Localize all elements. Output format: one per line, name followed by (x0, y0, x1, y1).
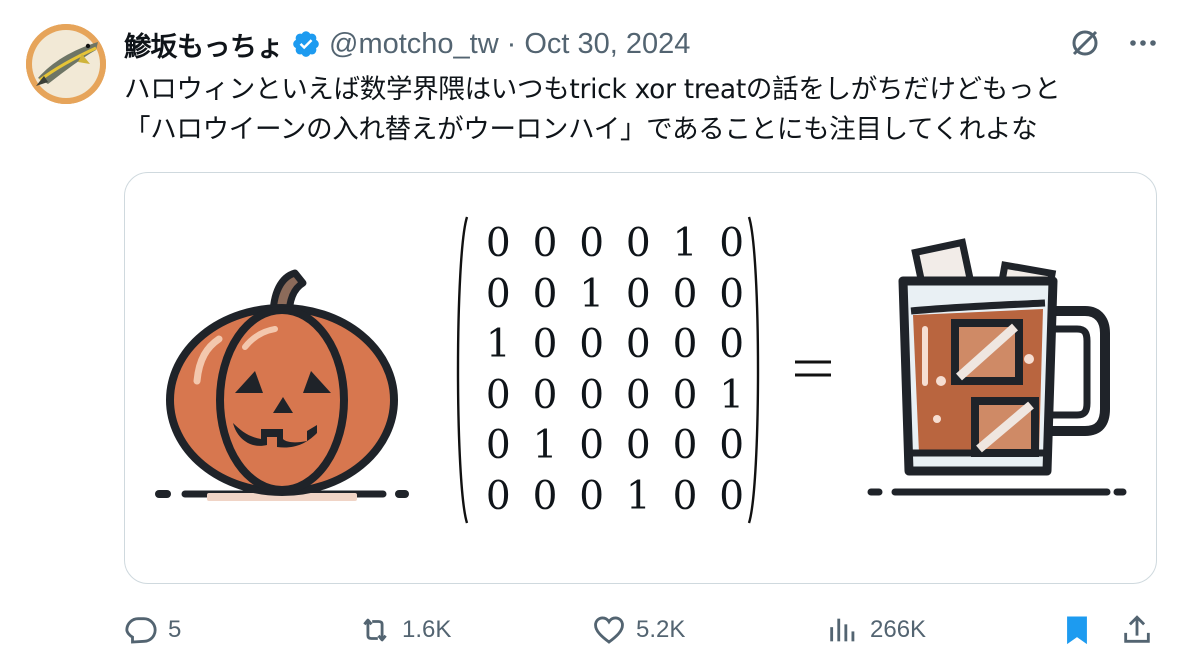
bookmark-button[interactable] (1060, 610, 1094, 650)
matrix-cell: 0 (579, 372, 605, 418)
matrix-grid: 0 0 0 0 1 0 0 0 1 0 0 0 1 0 0 0 0 0 0 0 … (475, 219, 755, 522)
avatar-fish-image (26, 24, 106, 104)
matrix-cell: 0 (532, 372, 558, 418)
matrix-cell: 0 (532, 473, 558, 519)
matrix-cell: 1 (485, 322, 511, 367)
matrix-cell: 0 (625, 322, 651, 367)
handle[interactable]: @motcho_tw (329, 28, 499, 61)
avatar[interactable] (26, 24, 106, 104)
matrix-cell: 0 (485, 473, 511, 519)
view-count: 266K (870, 616, 927, 643)
display-name[interactable]: 鯵坂もっちょ (124, 25, 284, 64)
matrix-cell: 0 (532, 221, 558, 266)
matrix-cell: 1 (672, 221, 698, 266)
matrix-cell: 0 (532, 271, 558, 317)
more-icon[interactable] (1128, 28, 1158, 63)
matrix-cell: 0 (625, 423, 651, 468)
matrix-cell: 0 (485, 271, 511, 317)
matrix-cell: 0 (672, 473, 698, 519)
like-count: 5.2K (636, 616, 686, 643)
left-paren (456, 216, 469, 524)
tweet-line: 「ハロウイーンの入れ替えがウーロンハイ」であることにも注目してくれよな (124, 114, 1038, 145)
reply-button[interactable]: 5 (124, 610, 181, 650)
repost-count: 1.6K (402, 616, 452, 643)
matrix-cell: 0 (625, 372, 651, 418)
tweet-text: ハロウィンといえば数学界隈はいつもtrick xor treatの話をしがちだけ… (124, 70, 1164, 150)
matrix-cell: 0 (672, 322, 698, 367)
repost-button[interactable]: 1.6K (358, 610, 451, 650)
matrix-cell: 0 (579, 322, 605, 367)
share-icon (1124, 615, 1150, 643)
views-button[interactable]: 266K (826, 610, 926, 650)
matrix-cell: 0 (532, 322, 558, 367)
pumpkin-illustration (155, 269, 409, 501)
reply-count: 5 (168, 616, 182, 643)
action-bar: 5 1.6K 5.2K 266K (124, 610, 1164, 650)
like-button[interactable]: 5.2K (592, 610, 685, 650)
oolong-highball-mug-illustration (867, 238, 1127, 496)
matrix-cell: 0 (579, 221, 605, 266)
verified-badge-icon (291, 29, 321, 59)
matrix-cell: 0 (672, 423, 698, 468)
matrix-cell: 0 (672, 271, 698, 317)
repost-icon (363, 618, 387, 642)
matrix-cell: 0 (625, 271, 651, 317)
permutation-matrix: 0 0 0 0 1 0 0 0 1 0 0 0 1 0 0 0 0 0 0 0 … (453, 215, 765, 525)
media-card[interactable]: 0 0 0 0 1 0 0 0 1 0 0 0 1 0 0 0 0 0 0 0 … (124, 172, 1157, 584)
matrix-cell: 1 (625, 473, 651, 519)
matrix-cell: 0 (579, 473, 605, 519)
like-icon (594, 616, 624, 644)
right-paren (747, 216, 760, 524)
matrix-cell: 1 (579, 271, 605, 317)
matrix-cell: 0 (485, 423, 511, 468)
matrix-cell: 0 (485, 372, 511, 418)
equals-sign (795, 360, 831, 377)
matrix-cell: 0 (672, 372, 698, 418)
views-icon (830, 618, 855, 642)
matrix-cell: 0 (625, 221, 651, 266)
share-button[interactable] (1120, 610, 1154, 650)
post-date[interactable]: Oct 30, 2024 (524, 28, 690, 61)
grok-icon[interactable] (1068, 26, 1102, 65)
matrix-cell: 0 (579, 423, 605, 468)
reply-icon (125, 617, 157, 644)
bookmark-icon (1067, 616, 1087, 645)
matrix-cell: 0 (485, 221, 511, 266)
separator-dot: · (506, 27, 517, 60)
tweet-line: ハロウィンといえば数学界隈はいつもtrick xor treatの話をしがちだけ… (124, 74, 1061, 105)
tweet-header: 鯵坂もっちょ @motcho_tw · Oct 30, 2024 (124, 25, 690, 64)
matrix-cell: 1 (532, 423, 558, 468)
header-actions (1068, 26, 1158, 65)
